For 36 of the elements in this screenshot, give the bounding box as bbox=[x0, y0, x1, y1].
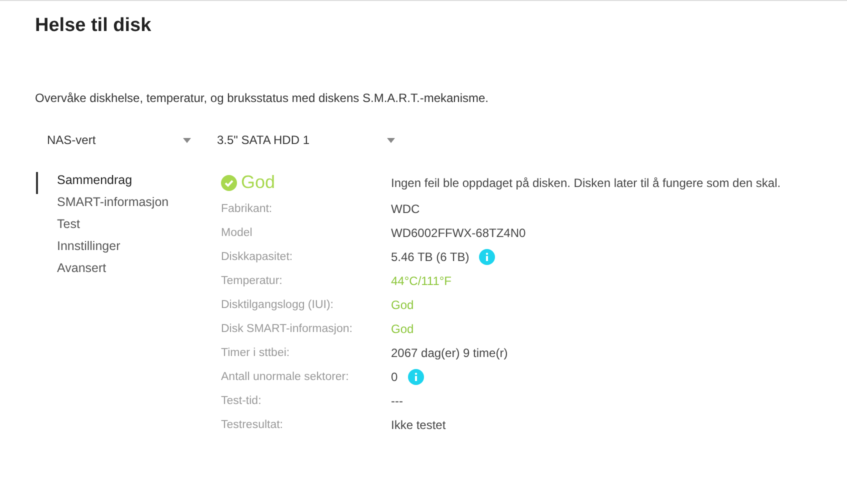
detail-value: 2067 dag(er) 9 time(r) bbox=[391, 346, 508, 360]
detail-value: WDC bbox=[391, 202, 420, 216]
page-title: Helse til disk bbox=[35, 15, 152, 37]
nav-item[interactable]: Avansert bbox=[36, 260, 106, 282]
detail-label: Timer i sttbei: bbox=[221, 347, 290, 359]
detail-label: Antall unormale sektorer: bbox=[221, 371, 349, 383]
info-icon[interactable] bbox=[479, 249, 496, 265]
dropdown[interactable]: NAS-vert bbox=[35, 133, 191, 147]
detail-label: Diskkapasitet: bbox=[221, 251, 293, 263]
detail-value: Ikke testet bbox=[391, 418, 446, 432]
nav-item[interactable]: Sammendrag bbox=[36, 172, 132, 194]
caret-icon bbox=[387, 138, 395, 142]
status-text: God bbox=[241, 172, 276, 193]
page-description: Overvåke diskhelse, temperatur, og bruksstatus med diskens S.M.A.R.T.-mekanisme. bbox=[35, 91, 490, 105]
detail-value: 44°C/111°F bbox=[391, 274, 452, 288]
dropdown[interactable]: 3.5" SATA HDD 1 bbox=[205, 133, 395, 147]
detail-label: Model bbox=[221, 227, 252, 239]
detail-value: 0 bbox=[391, 370, 398, 384]
check-icon bbox=[221, 174, 237, 190]
info-icon[interactable] bbox=[408, 369, 424, 385]
detail-value: --- bbox=[391, 394, 403, 408]
detail-label: Disktilgangslogg (IUI): bbox=[221, 299, 334, 311]
detail-label: Temperatur: bbox=[221, 275, 282, 287]
detail-label: Test-tid: bbox=[221, 395, 262, 407]
detail-value: God bbox=[391, 298, 414, 312]
nav-item[interactable]: Innstillinger bbox=[36, 238, 120, 260]
detail-value: 5.46 TB (6 TB) bbox=[391, 250, 470, 264]
caret-icon bbox=[183, 138, 191, 142]
status-message: Ingen feil ble oppdaget på disken. Disken later til å fungere som den skal. bbox=[391, 176, 781, 190]
detail-value: God bbox=[391, 322, 414, 336]
nav-item[interactable]: SMART-informasjon bbox=[36, 194, 169, 216]
nav-item[interactable]: Test bbox=[36, 216, 80, 238]
detail-value: WD6002FFWX-68TZ4N0 bbox=[391, 226, 526, 240]
detail-label: Disk SMART-informasjon: bbox=[221, 323, 352, 335]
detail-label: Fabrikant: bbox=[221, 203, 272, 215]
detail-label: Testresultat: bbox=[221, 419, 283, 431]
